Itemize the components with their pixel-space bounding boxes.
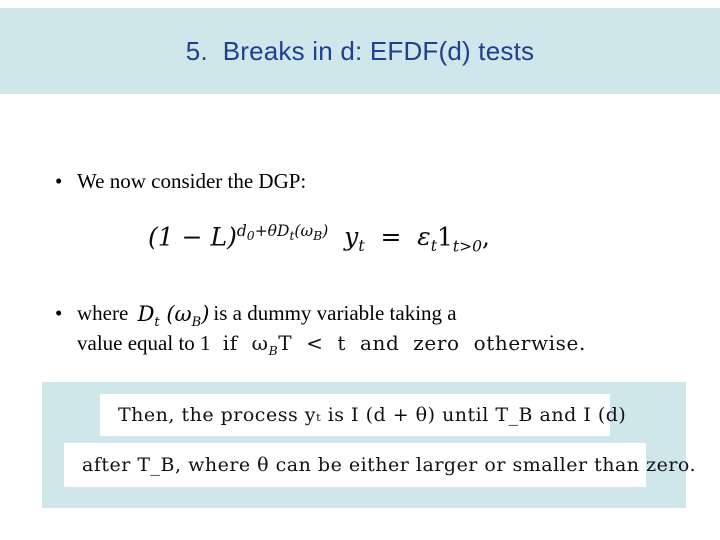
bullet-2-line2: value equal to 1: [77, 331, 211, 356]
slide-canvas: 5. Breaks in d: EFDF(d) tests • We now c…: [0, 0, 720, 540]
equation-dgp: (1 − L)d0+θDt(ωB) yt = εt1t>0,: [148, 222, 490, 256]
bullet-item-2: • where Dt (ωB) is a dummy variable takin…: [55, 300, 695, 359]
bullet-2-body: where Dt (ωB) is a dummy variable taking …: [77, 300, 586, 359]
bullet-2-condition-formula: if ωBT < t and zero otherwise.: [215, 331, 586, 359]
inline-formula-dummy: Dt (ωB): [137, 302, 210, 331]
bullet-item-1: • We now consider the DGP:: [55, 168, 655, 194]
bullet-marker-icon-2: •: [55, 301, 63, 325]
title-banner: 5. Breaks in d: EFDF(d) tests: [0, 8, 720, 94]
bullet-2-text-after: is a dummy variable taking a: [213, 301, 457, 325]
summary-line-2-text: after T_B, where θ can be either larger …: [82, 454, 697, 476]
bullet-marker-icon: •: [55, 169, 63, 193]
page-title: 5. Breaks in d: EFDF(d) tests: [185, 35, 535, 66]
bullet-2-text-before: where: [77, 301, 129, 325]
summary-line-2: after T_B, where θ can be either larger …: [64, 443, 696, 487]
bullet-1-text: We now consider the DGP:: [77, 169, 307, 193]
summary-line-1-text: Then, the process yₜ is I (d + θ) until …: [118, 404, 627, 426]
summary-line-1: Then, the process yₜ is I (d + θ) until …: [100, 394, 626, 436]
equation-exponent: d0+θDt(ωB): [236, 222, 329, 244]
